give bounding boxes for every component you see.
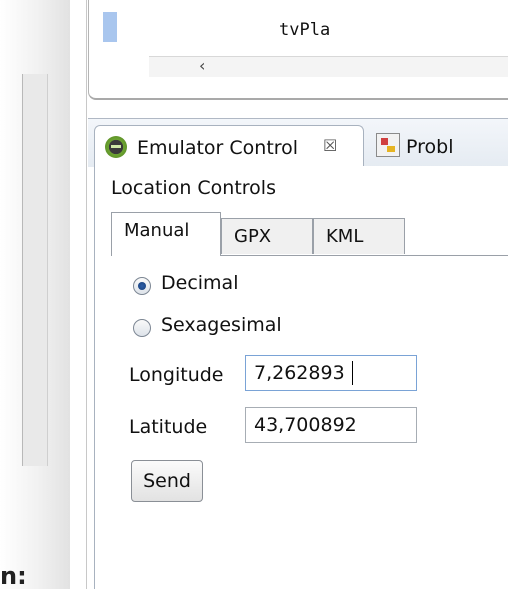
background-text-fragment: n: xyxy=(0,562,27,590)
close-icon[interactable]: ☒ xyxy=(323,136,337,155)
latitude-label: Latitude xyxy=(129,416,208,438)
location-controls-title: Location Controls xyxy=(111,177,276,199)
latitude-input[interactable] xyxy=(245,407,417,443)
sexagesimal-radio[interactable] xyxy=(133,319,151,337)
decimal-label[interactable]: Decimal xyxy=(161,272,238,294)
line-highlight xyxy=(103,12,117,42)
longitude-input[interactable] xyxy=(245,355,417,391)
android-emulator-icon xyxy=(105,136,127,158)
code-editor[interactable]: tvPla ‹ xyxy=(88,0,508,100)
tab-manual[interactable]: Manual xyxy=(111,212,221,256)
longitude-label: Longitude xyxy=(129,364,224,386)
view-tab-bar: Emulator Control ☒ Probl xyxy=(88,118,508,168)
send-button[interactable]: Send xyxy=(131,460,203,502)
panel-divider xyxy=(86,0,87,589)
scroll-left-arrow-icon[interactable]: ‹ xyxy=(199,56,205,75)
tab-kml[interactable]: KML xyxy=(313,218,405,254)
code-text: tvPla xyxy=(279,20,331,40)
sexagesimal-label[interactable]: Sexagesimal xyxy=(161,314,282,336)
decimal-radio[interactable] xyxy=(133,277,151,295)
tab-emulator-control[interactable]: Emulator Control ☒ xyxy=(94,125,364,168)
left-scrollbar[interactable] xyxy=(22,74,48,466)
tab-gpx[interactable]: GPX xyxy=(221,218,313,254)
tab-problems-label[interactable]: Probl xyxy=(406,136,453,158)
tab-emulator-control-label: Emulator Control xyxy=(137,137,299,159)
text-caret xyxy=(352,361,353,385)
emulator-control-panel: Location Controls Manual GPX KML Decimal… xyxy=(94,166,508,589)
location-tabs: Manual GPX KML xyxy=(111,212,508,256)
problems-icon[interactable] xyxy=(376,133,400,157)
